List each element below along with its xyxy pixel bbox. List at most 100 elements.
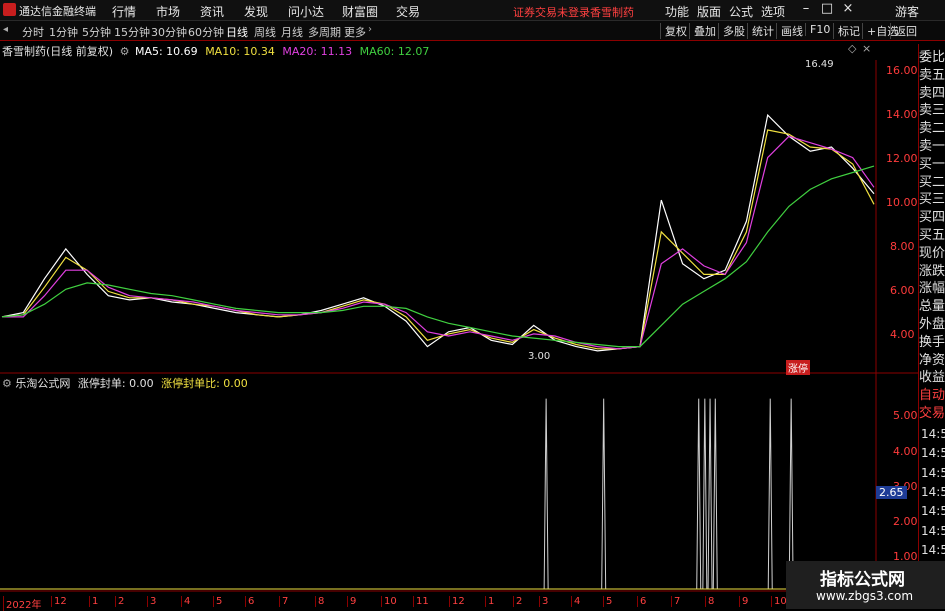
watermark-title: 指标公式网 (820, 570, 905, 590)
x-tick-13: 12 (449, 596, 465, 607)
seal-order-label: 涨停封单: 0.00 (77, 377, 154, 390)
side-label-2: 卖四 (919, 85, 945, 101)
side-label-14: 总量 (919, 299, 945, 315)
sub-chart-title: 乐淘公式网 (15, 377, 71, 390)
seal-spike-4 (707, 398, 713, 590)
restore-icon[interactable]: □ (818, 1, 836, 16)
tab-15min[interactable]: 15分钟 (114, 24, 150, 40)
tab-more[interactable]: 更多 (344, 24, 366, 40)
menu-news[interactable]: 资讯 (200, 3, 224, 20)
seal-spike-3 (702, 398, 708, 590)
tab-5min[interactable]: 5分钟 (82, 24, 111, 40)
y-tick-16: 16.00 (886, 64, 918, 77)
tab-1min[interactable]: 1分钟 (49, 24, 78, 40)
auto-trade-label-2[interactable]: 交易 (919, 402, 945, 421)
tab-60min[interactable]: 60分钟 (188, 24, 224, 40)
menu-formula[interactable]: 公式 (729, 3, 753, 20)
side-label-18: 收益 (919, 370, 945, 386)
x-tick-16: 3 (539, 596, 548, 607)
stock-name-title: 香雪制药 (590, 6, 634, 19)
side-label-11: 现价 (919, 245, 945, 261)
minimize-icon[interactable]: – (797, 1, 815, 16)
y-tick-4: 4.00 (890, 328, 915, 341)
x-tick-21: 8 (705, 596, 714, 607)
adjust-button[interactable]: 复权 (660, 23, 687, 39)
menu-wealth-circle[interactable]: 财富圈 (342, 3, 378, 20)
trade-time-1: 14:56 (921, 446, 945, 461)
watermark-url: www.zbgs3.com (816, 589, 914, 603)
auto-trade-label[interactable]: 自动 (919, 384, 945, 403)
tab-monthly[interactable]: 月线 (281, 24, 303, 40)
watermark-box: 指标公式网 www.zbgs3.com (786, 561, 945, 609)
trade-time-2: 14:56 (921, 465, 945, 480)
x-tick-15: 2 (513, 596, 522, 607)
menu-discover[interactable]: 发现 (244, 3, 268, 20)
return-button[interactable]: 返回 (890, 23, 917, 39)
x-tick-11: 10 (381, 596, 397, 607)
side-label-7: 买二 (919, 174, 945, 190)
sub-y-tick-4: 4.00 (893, 445, 918, 458)
tab-timeshare[interactable]: 分时 (22, 24, 44, 40)
x-tick-4: 3 (147, 596, 156, 607)
series-ma60 (1, 165, 875, 348)
login-notice[interactable]: 证券交易未登录 (513, 4, 590, 20)
draw-button[interactable]: 画线 (776, 23, 803, 39)
trade-time-5: 14:56 (921, 523, 945, 538)
y-tick-8: 8.00 (890, 240, 915, 253)
x-tick-10: 9 (347, 596, 356, 607)
seal-order-spikes-group (543, 398, 794, 590)
side-label-15: 外盘 (919, 317, 945, 332)
trade-time-4: 14:56 (921, 504, 945, 519)
tab-multi-period[interactable]: 多周期 (308, 24, 341, 40)
seal-spike-2 (696, 398, 702, 590)
overlay-button[interactable]: 叠加 (689, 23, 716, 39)
multi-stock-button[interactable]: 多股 (718, 23, 745, 39)
menu-wenxiaoda[interactable]: 问小达 (288, 3, 324, 20)
tab-weekly[interactable]: 周线 (254, 24, 276, 40)
trade-time-6: 14:56 (921, 542, 945, 557)
seal-spike-0 (543, 398, 549, 590)
tab-daily[interactable]: 日线 (226, 24, 248, 40)
kline-chart[interactable] (0, 40, 918, 592)
y-tick-12: 12.00 (886, 152, 918, 165)
series-ma5 (1, 113, 875, 352)
x-tick-19: 6 (637, 596, 646, 607)
more-arrow-icon[interactable]: › (368, 24, 372, 35)
menu-function[interactable]: 功能 (665, 3, 689, 20)
x-tick-1: 12 (51, 596, 67, 607)
menu-quotes[interactable]: 行情 (112, 3, 136, 20)
side-label-17: 净资 (919, 352, 945, 368)
x-tick-20: 7 (671, 596, 680, 607)
menu-layout[interactable]: 版面 (697, 3, 721, 20)
side-label-13: 涨幅 (919, 281, 945, 297)
low-price-label: 3.00 (528, 351, 551, 362)
side-label-1: 卖五 (919, 67, 945, 83)
mark-button[interactable]: 标记 (833, 23, 860, 39)
sub-settings-gear-icon[interactable]: ⚙ (2, 377, 12, 390)
stats-button[interactable]: 统计 (747, 23, 774, 39)
side-label-3: 卖三 (919, 103, 945, 119)
close-icon[interactable]: × (839, 1, 857, 16)
date-axis: 2022年121234567891011121234567891011 (0, 596, 918, 611)
side-label-10: 买五 (919, 228, 945, 243)
menu-options[interactable]: 选项 (761, 3, 785, 20)
quote-side-panel: 委比 卖五 卖四 卖三 卖二 卖一 买一 买二 买三 买四 买五 现价 涨跌 涨幅 总量 外盘 换手 净资 收益 自… (918, 44, 945, 592)
x-tick-7: 6 (245, 596, 254, 607)
period-toolbar: ◂ 分时 1分钟 5分钟 15分钟 30分钟 60分钟 日线 周线 月线 多周期… (0, 21, 945, 41)
back-icon[interactable]: ◂ (3, 24, 8, 35)
guest-login[interactable]: 游客 (895, 3, 919, 20)
x-tick-22: 9 (739, 596, 748, 607)
menu-trade[interactable]: 交易 (396, 3, 420, 20)
x-tick-12: 11 (413, 596, 429, 607)
y-tick-10: 10.00 (886, 196, 918, 209)
menu-market[interactable]: 市场 (156, 3, 180, 20)
x-tick-17: 4 (571, 596, 580, 607)
x-tick-5: 4 (181, 596, 190, 607)
f10-button[interactable]: F10 (805, 23, 830, 36)
title-bar: 通达信金融终端 行情 市场 资讯 发现 问小达 财富圈 交易 证券交易未登录 香… (0, 0, 945, 21)
side-label-9: 买四 (919, 210, 945, 226)
tab-30min[interactable]: 30分钟 (151, 24, 187, 40)
sub-y-tick-2: 2.00 (893, 515, 918, 528)
x-tick-9: 8 (315, 596, 324, 607)
x-tick-6: 5 (213, 596, 222, 607)
